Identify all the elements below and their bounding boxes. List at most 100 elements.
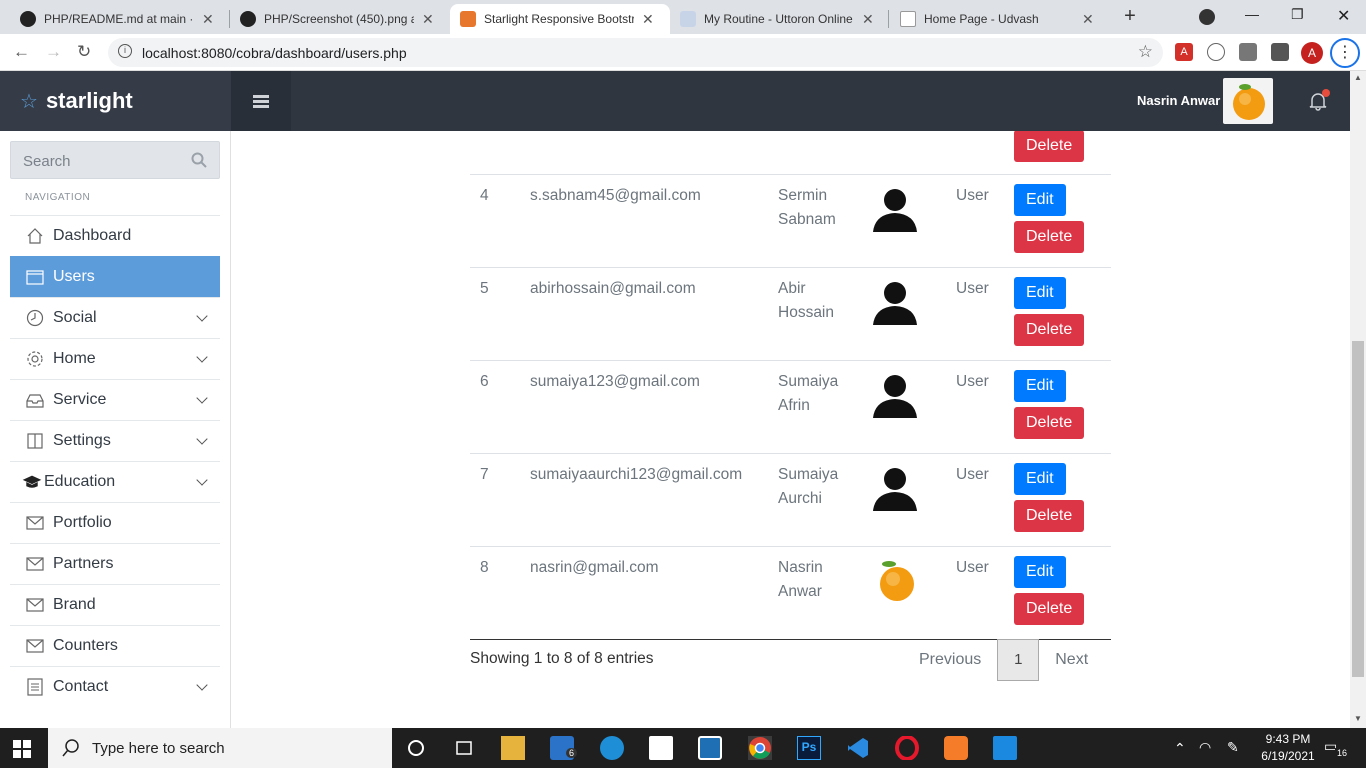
app-icon[interactable] [698, 736, 722, 760]
bookmark-star-icon[interactable]: ☆ [1138, 42, 1153, 62]
table-row: 6 sumaiya123@gmail.com Sumaiya Afrin Use… [470, 360, 1111, 454]
edit-button[interactable]: Edit [1014, 463, 1066, 495]
restore-icon[interactable]: ❐ [1291, 6, 1304, 23]
delete-button[interactable]: Delete [1014, 500, 1085, 532]
reload-icon[interactable]: ↻ [77, 42, 91, 62]
photoshop-icon[interactable]: Ps [797, 736, 821, 760]
scroll-up-icon[interactable]: ▲ [1354, 73, 1362, 82]
camera-extension-icon[interactable] [1239, 43, 1257, 61]
chevron-down-icon[interactable] [196, 392, 208, 404]
info-icon[interactable]: i [118, 44, 132, 58]
person-silhouette-icon [870, 370, 920, 420]
minimize-icon[interactable]: — [1245, 6, 1259, 22]
browser-tab[interactable]: PHP/README.md at main · ay ✕ [10, 4, 224, 34]
edge-icon[interactable] [600, 736, 624, 760]
chevron-up-icon[interactable]: ⌃ [1174, 740, 1186, 757]
bell-icon[interactable] [1308, 89, 1330, 116]
envelope-icon [25, 514, 45, 532]
browser-tab[interactable]: My Routine - Uttoron Online ✕ [670, 4, 884, 34]
window-icon [25, 268, 45, 286]
chevron-down-icon[interactable] [196, 474, 208, 486]
sidebar-item-brand[interactable]: Brand [10, 584, 220, 625]
search-icon[interactable] [191, 152, 207, 173]
delete-button[interactable]: Delete [1014, 221, 1085, 253]
close-tab-icon[interactable]: ✕ [1082, 11, 1094, 28]
page-1-button[interactable]: 1 [997, 639, 1040, 681]
sidebar-item-partners[interactable]: Partners [10, 543, 220, 584]
browser-tab[interactable]: Home Page - Udvash ✕ [890, 4, 1104, 34]
edit-button[interactable]: Edit [1014, 184, 1066, 216]
previous-page-button[interactable]: Previous [903, 651, 997, 669]
taskbar: Type here to search 6 Ps ⌃ ◠ ✎ 9:43 PM 6… [0, 728, 1366, 768]
clock-time[interactable]: 9:43 PM [1258, 732, 1318, 746]
task-view-icon[interactable] [452, 736, 476, 760]
edit-button[interactable]: Edit [1014, 277, 1066, 309]
clock-date[interactable]: 6/19/2021 [1254, 749, 1322, 763]
sidebar-item-settings[interactable]: Settings [10, 420, 220, 461]
sidebar-item-users[interactable]: Users [10, 256, 220, 297]
tab-search-icon[interactable] [1199, 9, 1215, 25]
brand[interactable]: ☆ starlight [0, 71, 231, 131]
scrollbar-thumb[interactable] [1352, 341, 1364, 677]
sidebar-item-dashboard[interactable]: Dashboard [10, 215, 220, 256]
browser-menu-icon[interactable]: ⋮ [1330, 38, 1360, 68]
graduation-cap-icon [22, 473, 42, 491]
close-tab-icon[interactable]: ✕ [862, 11, 874, 28]
taskbar-search-input[interactable]: Type here to search [48, 728, 392, 768]
extension-icon[interactable] [1207, 43, 1225, 61]
avatar[interactable] [1223, 78, 1273, 124]
cortana-icon[interactable] [404, 736, 428, 760]
chevron-down-icon[interactable] [196, 679, 208, 691]
windows-start-icon[interactable] [13, 740, 31, 758]
vertical-scrollbar[interactable]: ▲ ▼ [1350, 71, 1366, 728]
chevron-down-icon[interactable] [196, 310, 208, 322]
pdf-extension-icon[interactable]: A [1175, 43, 1193, 61]
chrome-icon[interactable] [748, 736, 772, 760]
edit-button[interactable]: Edit [1014, 556, 1066, 588]
user-name: Sermin Sabnam [768, 174, 860, 268]
opera-icon[interactable] [895, 735, 919, 761]
close-tab-icon[interactable]: ✕ [642, 11, 654, 28]
sidebar-item-contact[interactable]: Contact [10, 666, 220, 707]
delete-button[interactable]: Delete [1014, 593, 1085, 625]
sidebar-item-portfolio[interactable]: Portfolio [10, 502, 220, 543]
store-icon[interactable] [649, 736, 673, 760]
sidebar-item-social[interactable]: Social [10, 297, 220, 338]
person-silhouette-icon [870, 277, 920, 327]
sidebar-item-counters[interactable]: Counters [10, 625, 220, 666]
pen-icon[interactable]: ✎ [1227, 739, 1239, 756]
chevron-down-icon[interactable] [196, 351, 208, 363]
wifi-icon[interactable]: ◠ [1199, 739, 1211, 756]
sidebar-item-service[interactable]: Service [10, 379, 220, 420]
back-icon[interactable]: ← [13, 42, 30, 62]
address-bar[interactable]: i localhost:8080/cobra/dashboard/users.p… [108, 38, 1163, 67]
file-explorer-icon[interactable] [501, 736, 525, 760]
next-page-button[interactable]: Next [1039, 651, 1104, 669]
delete-button[interactable]: Delete [1014, 131, 1085, 162]
delete-button[interactable]: Delete [1014, 314, 1085, 346]
sidebar-item-home[interactable]: Home [10, 338, 220, 379]
user-role: User [946, 360, 1004, 454]
chevron-down-icon[interactable] [196, 433, 208, 445]
new-tab-button[interactable]: + [1120, 5, 1140, 28]
vscode-icon[interactable] [846, 736, 870, 760]
xampp-icon[interactable] [944, 736, 968, 760]
browser-tab[interactable]: PHP/Screenshot (450).png at ✕ [230, 4, 444, 34]
browser-tab-active[interactable]: Starlight Responsive Bootstra ✕ [450, 4, 670, 34]
media-icon[interactable] [993, 736, 1017, 760]
list-icon [25, 678, 45, 696]
edit-button[interactable]: Edit [1014, 370, 1066, 402]
sidebar-item-education[interactable]: Education [10, 461, 220, 502]
delete-button[interactable]: Delete [1014, 407, 1085, 439]
mail-icon[interactable]: 6 [550, 736, 578, 760]
search-input[interactable]: Search [10, 141, 220, 179]
scroll-down-icon[interactable]: ▼ [1354, 714, 1362, 723]
close-window-icon[interactable]: ✕ [1337, 6, 1350, 26]
forward-icon[interactable]: → [45, 42, 62, 62]
home-icon [25, 227, 45, 245]
close-tab-icon[interactable]: ✕ [422, 11, 434, 28]
close-tab-icon[interactable]: ✕ [202, 11, 214, 28]
menu-toggle-button[interactable] [231, 71, 291, 131]
profile-avatar[interactable]: A [1301, 42, 1323, 64]
puzzle-icon[interactable] [1271, 43, 1289, 61]
